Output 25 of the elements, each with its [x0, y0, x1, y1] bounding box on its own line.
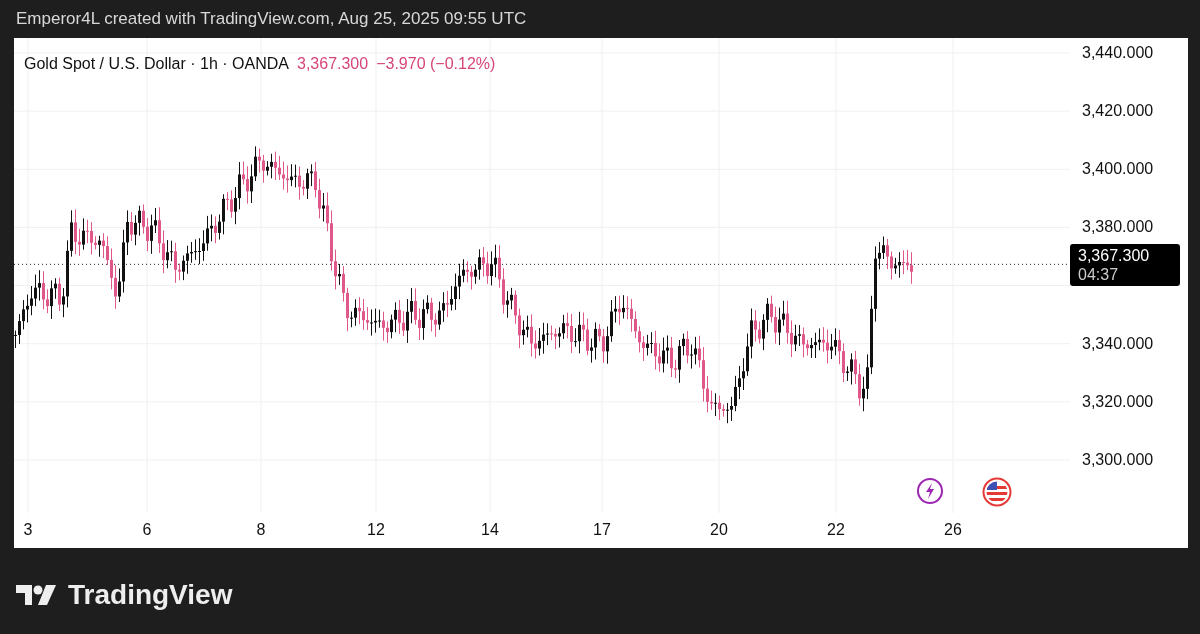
tag-price: 3,367.300	[1078, 246, 1151, 266]
time-axis-label: 14	[480, 520, 500, 540]
last-price: 3,367.300	[297, 54, 369, 74]
attribution-text: Emperor4L created with TradingView.com, Aug 25, 2025 09:55 UTC	[16, 8, 527, 31]
price-axis-label: 3,400.000	[1082, 159, 1154, 180]
price-axis-label: 3,340.000	[1082, 333, 1154, 354]
time-axis-label: 12	[366, 520, 386, 540]
price-axis-label: 3,380.000	[1082, 217, 1154, 238]
time-axis-label: 17	[592, 520, 612, 540]
price-change: −3.970 (−0.12%)	[376, 54, 496, 74]
flag-icon[interactable]	[982, 477, 1012, 507]
price-axis-label: 3,420.000	[1082, 101, 1154, 122]
price-axis-label: 3,440.000	[1082, 43, 1154, 63]
time-axis-label: 22	[826, 520, 846, 540]
brand-name: TradingView	[68, 578, 233, 612]
price-axis-label: 3,320.000	[1082, 391, 1154, 412]
time-axis-label: 6	[141, 520, 153, 540]
time-axis-label: 26	[943, 520, 963, 540]
symbol-title: Gold Spot / U.S. Dollar · 1h · OANDA	[24, 54, 289, 74]
lightning-icon[interactable]	[916, 477, 944, 505]
bar-countdown: 04:37	[1078, 265, 1120, 285]
time-axis-label: 20	[709, 520, 729, 540]
time-axis-label: 3	[22, 520, 34, 540]
time-axis-label: 8	[255, 520, 267, 540]
price-axis-label: 3,300.000	[1082, 449, 1154, 470]
